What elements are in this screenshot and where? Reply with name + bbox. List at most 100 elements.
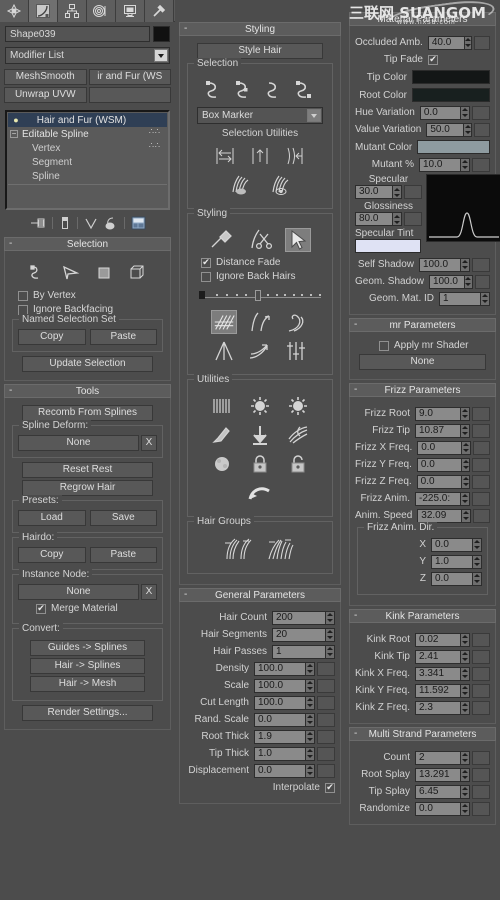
spinner[interactable]	[461, 508, 471, 523]
checkbox-box[interactable]	[36, 603, 46, 614]
collapse-minus-icon[interactable]: -	[354, 729, 357, 739]
render-settings-button[interactable]: Render Settings...	[22, 705, 153, 721]
param-value[interactable]: 0.0	[417, 440, 462, 455]
tab-create[interactable]	[0, 0, 29, 22]
map-slot-button[interactable]	[472, 801, 490, 816]
map-slot-button[interactable]	[404, 185, 422, 199]
spinner[interactable]	[461, 474, 471, 489]
spinner[interactable]	[326, 610, 335, 625]
guides-icon[interactable]	[25, 261, 51, 285]
map-slot-button[interactable]	[317, 763, 335, 778]
brush-size-slider[interactable]	[199, 288, 321, 302]
select-arrow-icon[interactable]	[285, 228, 311, 252]
checkbox-box[interactable]	[428, 54, 438, 65]
rollout-header-styling[interactable]: - Styling	[179, 22, 341, 36]
tip-color-swatch[interactable]	[412, 70, 490, 84]
collapse-minus-icon[interactable]: -	[354, 14, 357, 24]
rollout-header-frizz-parameters[interactable]: - Frizz Parameters	[349, 383, 496, 397]
root-color-swatch[interactable]	[412, 88, 490, 102]
map-slot-button[interactable]	[317, 678, 335, 693]
map-slot-button[interactable]	[472, 157, 490, 172]
collapse-minus-icon[interactable]: -	[184, 24, 187, 34]
hair-to-mesh-button[interactable]: Hair -> Mesh	[30, 676, 145, 692]
guides-to-splines-button[interactable]: Guides -> Splines	[30, 640, 145, 656]
map-slot-button[interactable]	[472, 750, 490, 765]
param-value[interactable]: 100.0	[419, 257, 461, 272]
remove-modifier-icon[interactable]	[104, 216, 118, 230]
collapse-minus-icon[interactable]: -	[184, 590, 187, 600]
map-slot-button[interactable]	[472, 767, 490, 782]
spinner[interactable]	[473, 537, 482, 552]
spinner[interactable]	[461, 157, 470, 172]
checkbox-box[interactable]	[18, 290, 28, 301]
rollout-header-material-parameters[interactable]: - Material Parameters	[349, 12, 496, 26]
param-value[interactable]: 50.0	[426, 122, 465, 137]
toggle-collisions-icon[interactable]	[247, 423, 273, 447]
rotate-selection-icon[interactable]	[247, 144, 273, 168]
param-value[interactable]: 20	[272, 627, 326, 642]
param-value[interactable]: 1.0	[431, 554, 473, 569]
spinner[interactable]	[306, 712, 315, 727]
rollout-header-selection[interactable]: - Selection	[4, 237, 171, 251]
map-slot-button[interactable]	[472, 784, 490, 799]
spinner[interactable]	[461, 457, 471, 472]
make-unique-icon[interactable]	[84, 216, 98, 230]
param-value[interactable]: 10.87	[415, 423, 461, 438]
tab-motion[interactable]	[87, 0, 116, 22]
reset-rest-button[interactable]: Reset Rest	[22, 462, 153, 478]
spinner[interactable]	[306, 678, 315, 693]
param-value[interactable]: 1	[439, 291, 481, 306]
param-value[interactable]: -225.0:	[415, 491, 461, 506]
param-value[interactable]: 100.0	[428, 274, 466, 289]
param-value[interactable]: 0.0	[431, 537, 473, 552]
split-hair-group-icon[interactable]	[222, 536, 256, 562]
map-slot-button[interactable]	[317, 661, 335, 676]
specular-tint-swatch[interactable]	[355, 239, 421, 253]
collapse-minus-icon[interactable]: -	[354, 385, 357, 395]
stand-brush-icon[interactable]	[247, 310, 273, 334]
map-slot-button[interactable]	[472, 474, 490, 489]
undo-icon[interactable]	[247, 481, 273, 505]
collapse-minus-icon[interactable]: -	[354, 611, 357, 621]
copy-hairdo-button[interactable]: Copy	[18, 547, 86, 563]
paste-hairdo-button[interactable]: Paste	[89, 547, 157, 563]
copy-selection-set-button[interactable]: Copy	[18, 329, 86, 345]
spinner[interactable]	[464, 35, 473, 50]
checkbox-box[interactable]	[201, 257, 211, 268]
map-slot-button[interactable]	[474, 35, 490, 50]
modifier-button-hair-and-fur[interactable]: ir and Fur (WS	[88, 69, 171, 85]
param-value[interactable]: 100.0	[254, 678, 306, 693]
pin-stack-icon[interactable]	[30, 216, 46, 230]
modifier-list-dropdown[interactable]: Modifier List	[5, 47, 170, 64]
specular-value[interactable]: 30.0	[355, 185, 393, 199]
modifier-button-empty[interactable]	[88, 87, 171, 103]
checkbox-box[interactable]	[379, 340, 389, 351]
load-preset-button[interactable]: Load	[18, 510, 86, 526]
checkbox-merge-material[interactable]: Merge Material	[36, 603, 157, 614]
spinner[interactable]	[461, 491, 470, 506]
tab-hierarchy[interactable]	[58, 0, 87, 22]
toggle-hair-icon[interactable]	[285, 423, 311, 447]
checkbox-box[interactable]	[325, 782, 335, 793]
spinner[interactable]	[464, 122, 473, 137]
invert-selection-icon[interactable]	[212, 144, 238, 168]
map-slot-button[interactable]	[472, 683, 490, 698]
map-slot-button[interactable]	[317, 712, 335, 727]
spinner[interactable]	[461, 700, 470, 715]
modifier-button-meshsmooth[interactable]: MeshSmooth	[4, 69, 87, 85]
spinner[interactable]	[461, 649, 470, 664]
spinner[interactable]	[393, 185, 402, 199]
param-value[interactable]: 11.592	[415, 683, 461, 698]
glossiness-value[interactable]: 80.0	[355, 212, 393, 226]
map-slot-button[interactable]	[472, 508, 490, 523]
spinner[interactable]	[461, 801, 470, 816]
translate-brush-icon[interactable]	[211, 310, 237, 334]
checkbox-box[interactable]	[201, 271, 211, 282]
map-slot-button[interactable]	[474, 122, 490, 137]
update-selection-button[interactable]: Update Selection	[22, 356, 153, 372]
collapse-minus-icon[interactable]: -	[354, 320, 357, 330]
stack-item-hair-and-fur[interactable]: ● Hair and Fur (WSM)	[8, 113, 167, 127]
merge-hair-group-icon[interactable]	[264, 536, 298, 562]
collapse-minus-icon[interactable]: -	[9, 239, 12, 249]
spinner[interactable]	[473, 571, 482, 586]
